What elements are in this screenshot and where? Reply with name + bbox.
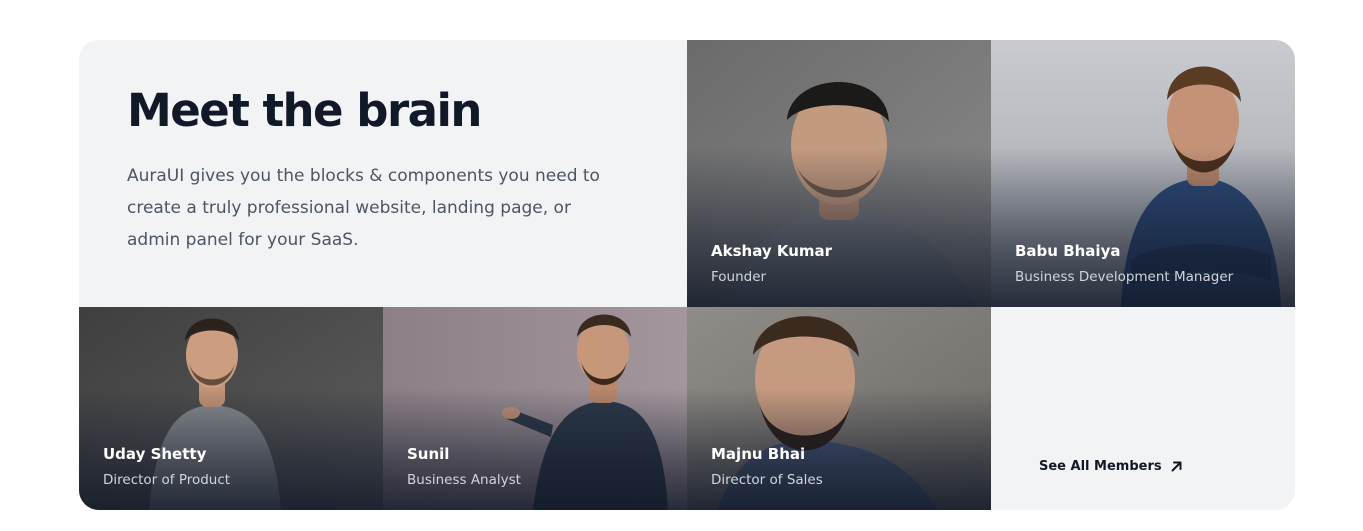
- team-member-card[interactable]: Uday Shetty Director of Product: [79, 307, 383, 510]
- see-all-members-link[interactable]: See All Members: [1039, 459, 1183, 474]
- see-all-panel: See All Members: [991, 307, 1295, 510]
- team-intro: Meet the brain AuraUI gives you the bloc…: [79, 40, 687, 307]
- team-member-card[interactable]: Sunil Business Analyst: [383, 307, 687, 510]
- member-role: Director of Sales: [711, 472, 823, 488]
- member-name: Uday Shetty: [103, 445, 207, 463]
- member-role: Founder: [711, 269, 767, 285]
- team-section: Meet the brain AuraUI gives you the bloc…: [79, 40, 1295, 510]
- section-title: Meet the brain: [127, 84, 482, 137]
- team-member-card[interactable]: Majnu Bhai Director of Sales: [687, 307, 991, 510]
- member-name: Majnu Bhai: [711, 445, 806, 463]
- member-role: Business Analyst: [407, 472, 521, 488]
- see-all-label: See All Members: [1039, 459, 1162, 474]
- member-name: Akshay Kumar: [711, 242, 833, 260]
- member-role: Business Development Manager: [1015, 269, 1234, 285]
- section-description: AuraUI gives you the blocks & components…: [127, 166, 600, 250]
- arrow-up-right-icon: [1170, 460, 1183, 473]
- member-role: Director of Product: [103, 472, 231, 488]
- member-name: Babu Bhaiya: [1015, 242, 1121, 260]
- team-member-card[interactable]: Babu Bhaiya Business Development Manager: [991, 40, 1295, 307]
- member-name: Sunil: [407, 445, 450, 463]
- team-member-card[interactable]: Akshay Kumar Founder: [687, 40, 991, 307]
